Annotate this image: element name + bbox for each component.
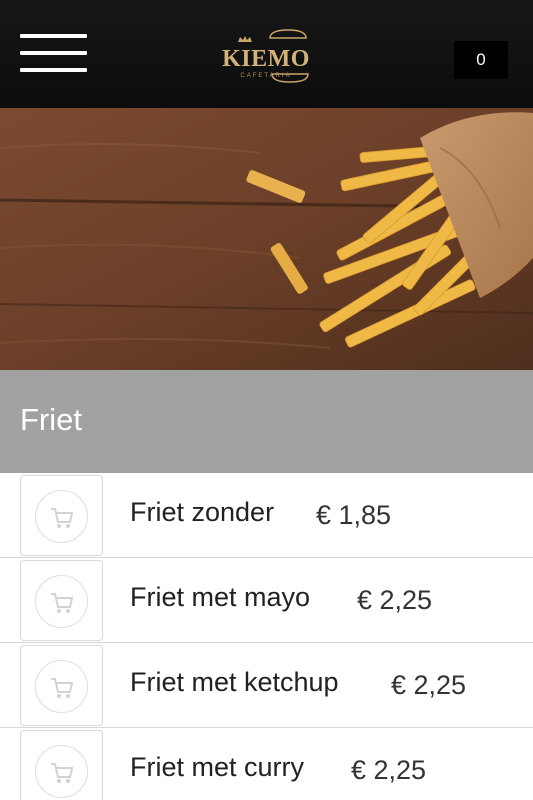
product-row[interactable]: Friet met curry € 2,25 [0,728,533,800]
cart-count-badge[interactable]: 0 [454,41,508,79]
category-title: Friet [20,402,82,437]
add-to-cart-button[interactable] [20,475,103,556]
category-header: Friet [0,370,533,473]
product-row[interactable]: Friet met mayo € 2,25 [0,558,533,643]
product-name: Friet met ketchup [130,667,339,697]
top-bar: KIEMO CAFETARIA 0 [0,0,533,108]
brand-name: KIEMO [222,46,310,72]
product-row[interactable]: Friet met ketchup € 2,25 [0,643,533,728]
brand-subtitle: CAFETARIA [240,73,292,79]
add-to-cart-button[interactable] [20,645,103,726]
product-row[interactable]: Friet zonder € 1,85 [0,473,533,558]
product-name: Friet met mayo [130,582,311,612]
product-name: Friet met curry [130,752,305,782]
shopping-cart-icon [51,678,74,698]
product-price: € 2,25 [357,585,433,615]
add-to-cart-button[interactable] [20,560,103,641]
product-name: Friet zonder [130,497,275,527]
product-list: Friet zonder € 1,85 Friet met mayo € 2,2… [0,473,533,800]
brand-logo[interactable]: KIEMO CAFETARIA [216,28,316,84]
product-price: € 2,25 [391,670,467,700]
shopping-cart-icon [51,593,74,613]
hero-image-fries [0,108,533,370]
shopping-cart-icon [51,763,74,783]
add-to-cart-button[interactable] [20,730,103,800]
product-price: € 1,85 [316,500,392,530]
shopping-cart-icon [51,508,74,528]
product-price: € 2,25 [351,755,427,785]
menu-icon[interactable] [20,34,87,72]
